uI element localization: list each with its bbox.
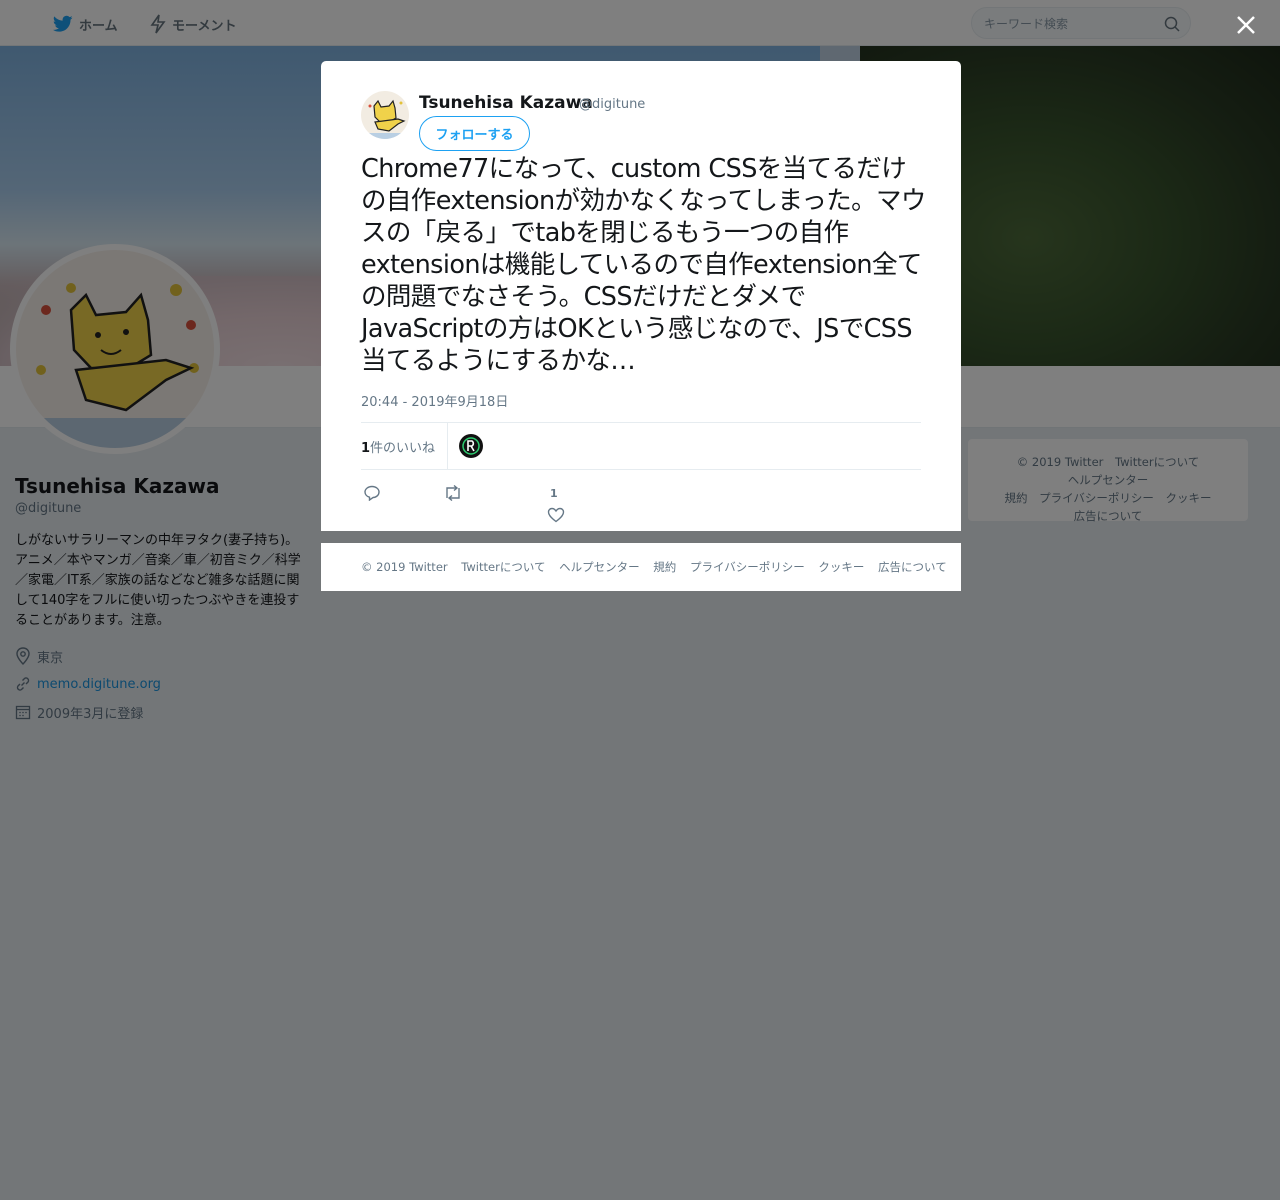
modal-footer: © 2019 Twitter Twitterについて ヘルプセンター 規約 プラ… [321,543,961,591]
tweet-actions: 1 [361,479,921,529]
tweet-author-avatar[interactable] [361,91,409,139]
modal-footer-link-cookies[interactable]: クッキー [818,560,864,574]
r-logo-icon [462,437,480,455]
modal-footer-link-about[interactable]: Twitterについて [461,560,545,574]
cat-illustration-icon [361,99,409,139]
stats-divider [447,423,448,469]
modal-footer-link-help[interactable]: ヘルプセンター [559,560,640,574]
tweet-text: Chrome77になって、custom CSSを当てるだけの自作extensio… [361,154,926,376]
tweet-modal: Tsunehisa Kazawa @digitune フォローする Chrome… [321,61,961,531]
modal-footer-link-ads[interactable]: 広告について [878,560,947,574]
tweet-author-handle[interactable]: @digitune [579,97,645,112]
tweet-author-name[interactable]: Tsunehisa Kazawa [419,93,593,113]
tweet-timestamp[interactable]: 20:44 - 2019年9月18日 [361,391,508,410]
like-action-count: 1 [550,487,558,500]
close-icon[interactable] [1232,11,1260,39]
likes-suffix: 件のいいね [370,441,436,456]
likes-count[interactable]: 1件のいいね [361,437,435,456]
modal-footer-link-terms[interactable]: 規約 [653,560,676,574]
retweet-icon[interactable] [443,485,463,501]
heart-icon[interactable] [547,507,565,523]
modal-footer-copyright: © 2019 Twitter [361,560,448,574]
modal-footer-link-privacy[interactable]: プライバシーポリシー [690,560,805,574]
likes-number: 1 [361,441,371,456]
follow-button[interactable]: フォローする [419,116,530,151]
reply-icon[interactable] [363,485,381,501]
tweet-stats: 1件のいいね [361,422,921,470]
liker-avatar[interactable] [459,434,483,458]
